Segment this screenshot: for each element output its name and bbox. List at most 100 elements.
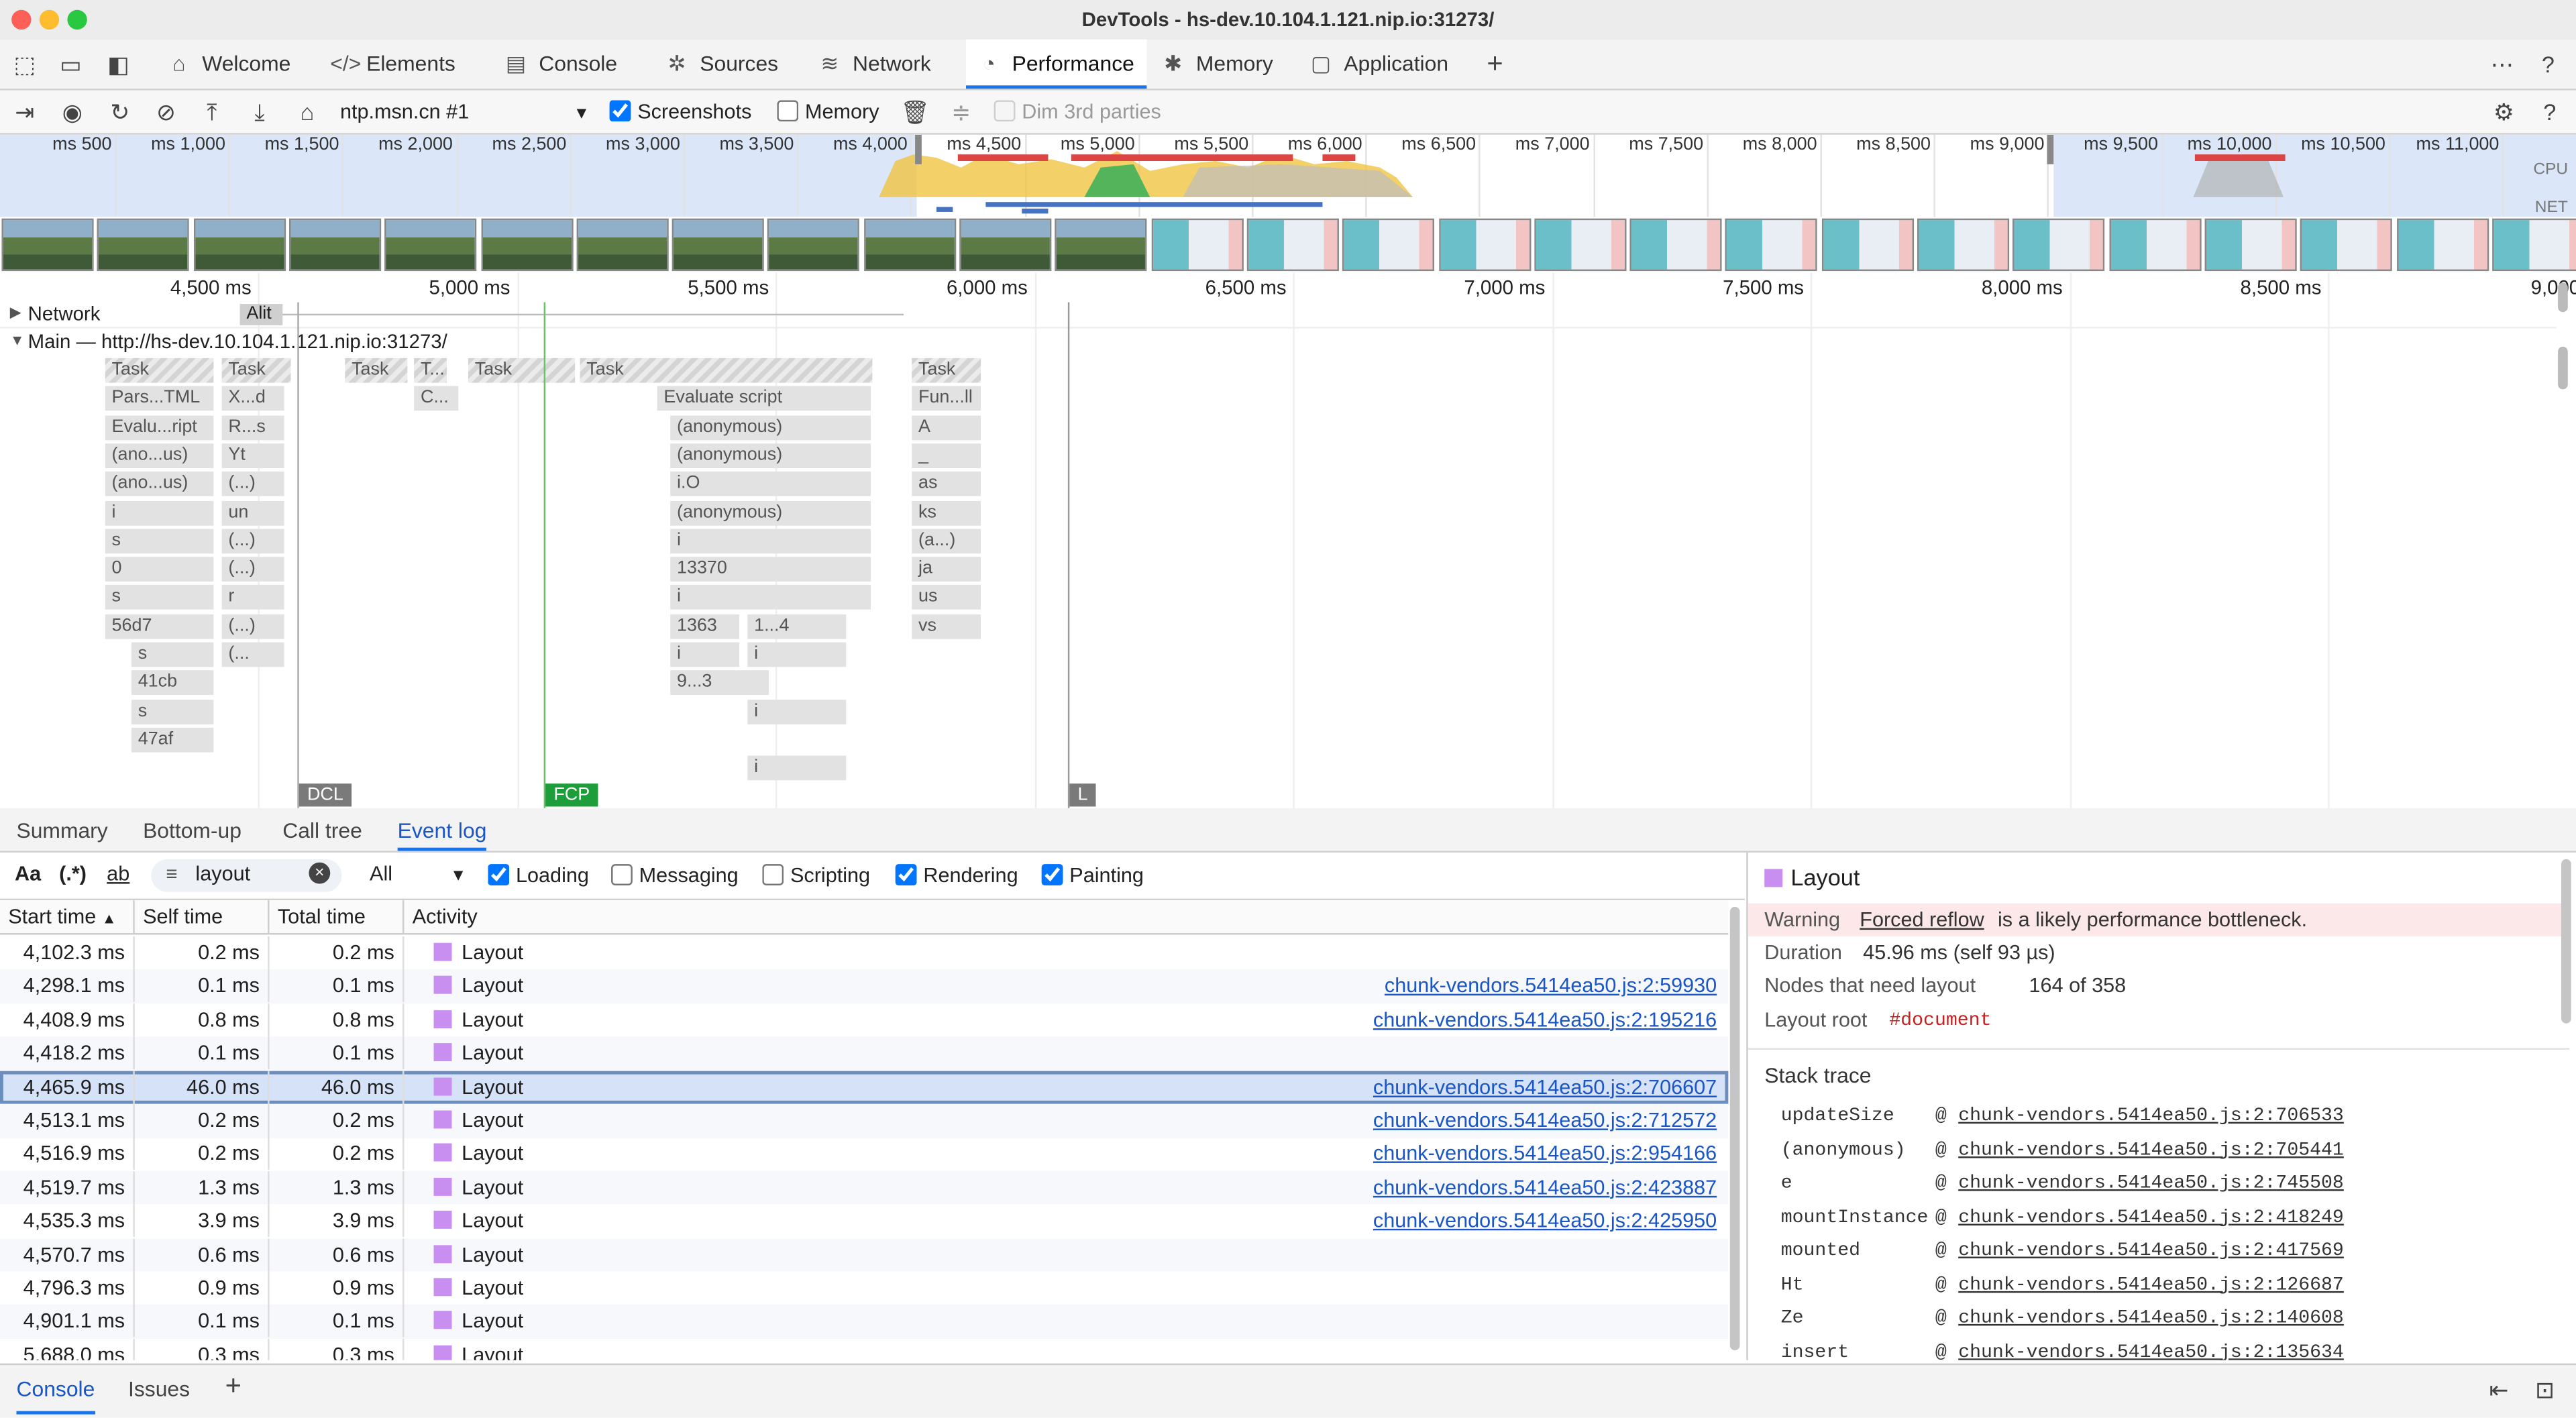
reload-record-icon[interactable]: ↻ (105, 97, 135, 126)
tab-memory[interactable]: ✱ Memory (1160, 40, 1291, 89)
filter-field[interactable]: ≡ layout × (151, 859, 342, 892)
table-row[interactable]: 4,516.9 ms 0.2 ms 0.2 ms Layout chunk-vendor… (0, 1137, 1728, 1171)
upload-icon[interactable]: ⤒ (197, 97, 227, 126)
table-row[interactable]: 4,796.3 ms 0.9 ms 0.9 ms Layout (0, 1271, 1728, 1305)
task-bar[interactable]: Task (580, 358, 873, 383)
flame-entry[interactable]: Fun...ll (912, 386, 981, 411)
help-icon[interactable]: ? (2535, 97, 2565, 126)
dcl-marker[interactable]: DCL (299, 783, 352, 807)
tab-summary[interactable]: Summary (16, 808, 107, 851)
home-icon[interactable]: ⌂ (292, 97, 322, 126)
screenshot-thumbnail[interactable] (384, 218, 477, 272)
flame-entry[interactable]: s (131, 699, 214, 724)
main-track-header[interactable]: ▼ Main — http://hs-dev.10.104.1.121.nip.… (0, 330, 2557, 355)
tab-network[interactable]: ≋ Network (816, 40, 948, 89)
tab-welcome[interactable]: ⌂ Welcome (166, 40, 313, 89)
task-bar[interactable]: Task (468, 358, 576, 383)
messaging-checkbox[interactable]: Messaging (611, 863, 739, 889)
dock-drawer-icon[interactable]: ⇤ (2484, 1375, 2514, 1405)
source-link[interactable]: chunk-vendors.5414ea50.js:2:706607 (985, 1071, 1725, 1103)
more-tabs-icon[interactable]: + (1481, 48, 1510, 78)
screenshots-checkbox[interactable]: Screenshots (609, 99, 751, 125)
stack-source-link[interactable]: chunk-vendors.5414ea50.js:2:745508 (1958, 1173, 2344, 1195)
flame-entry[interactable]: i (670, 529, 871, 553)
tab-sources[interactable]: ✲ Sources (663, 40, 798, 89)
table-row[interactable]: 4,535.3 ms 3.9 ms 3.9 ms Layout chunk-vendor… (0, 1204, 1728, 1238)
task-bar[interactable]: Task (912, 358, 981, 383)
help-icon[interactable]: ? (2533, 49, 2563, 78)
screenshot-thumbnail[interactable] (2396, 218, 2489, 272)
stack-source-link[interactable]: chunk-vendors.5414ea50.js:2:417569 (1958, 1240, 2344, 1262)
flame-entry[interactable]: as (912, 472, 981, 497)
source-link[interactable]: chunk-vendors.5414ea50.js:2:423887 (985, 1171, 1725, 1204)
flame-entry[interactable]: s (105, 529, 214, 553)
stack-source-link[interactable]: chunk-vendors.5414ea50.js:2:706533 (1958, 1105, 2344, 1127)
screenshot-thumbnail[interactable] (288, 218, 381, 272)
screenshot-thumbnail[interactable] (2300, 218, 2393, 272)
tab-console[interactable]: ▤ Console (502, 40, 634, 89)
flame-entry[interactable]: i (670, 642, 740, 667)
stack-source-link[interactable]: chunk-vendors.5414ea50.js:2:126687 (1958, 1274, 2344, 1295)
source-link[interactable]: chunk-vendors.5414ea50.js:2:712572 (985, 1104, 1725, 1137)
target-select[interactable]: ntp.msn.cn #1 (340, 99, 469, 125)
flame-entry[interactable]: ks (912, 500, 981, 525)
flame-entry[interactable]: (... (221, 642, 284, 667)
close-drawer-icon[interactable]: ⊡ (2530, 1375, 2559, 1405)
flame-entry[interactable]: i (105, 500, 214, 525)
table-row[interactable]: 4,408.9 ms 0.8 ms 0.8 ms Layout chunk-vendor… (0, 1003, 1728, 1037)
screenshot-thumbnail[interactable] (767, 218, 860, 272)
flame-entry[interactable]: X...d (221, 386, 284, 411)
scripting-checkbox[interactable]: Scripting (762, 863, 870, 889)
flame-entry[interactable]: Evaluate script (657, 386, 871, 411)
screenshot-thumbnail[interactable] (2108, 218, 2201, 272)
task-bar[interactable]: T... (414, 358, 447, 383)
download-icon[interactable]: ⤓ (245, 97, 274, 126)
screenshot-thumbnail[interactable] (959, 218, 1052, 272)
total-time-header[interactable]: Total time (269, 900, 405, 935)
table-row[interactable]: 4,102.3 ms 0.2 ms 0.2 ms Layout (0, 936, 1728, 970)
collapse-triangle-icon[interactable]: ▼ (10, 332, 25, 348)
flame-entry[interactable]: Yt (221, 443, 284, 468)
activity-header[interactable]: Activity (404, 900, 1729, 935)
flame-entry[interactable]: vs (912, 614, 981, 639)
screenshot-thumbnail[interactable] (2204, 218, 2297, 272)
source-link[interactable]: chunk-vendors.5414ea50.js:2:425950 (985, 1205, 1725, 1238)
source-link[interactable]: chunk-vendors.5414ea50.js:2:59930 (985, 970, 1725, 1003)
screenshot-thumbnail[interactable] (1534, 218, 1627, 272)
screenshot-thumbnail[interactable] (2012, 218, 2105, 272)
screenshot-thumbnail[interactable] (1821, 218, 1914, 272)
screenshot-thumbnail[interactable] (576, 218, 669, 272)
screenshot-thumbnail[interactable] (97, 218, 190, 272)
flame-entry[interactable]: C... (414, 386, 459, 411)
drawer-tab-issues[interactable]: Issues (128, 1365, 190, 1414)
load-marker[interactable]: L (1069, 783, 1096, 807)
screenshot-thumbnail[interactable] (2491, 218, 2576, 272)
flame-entry[interactable]: (anonymous) (670, 415, 871, 440)
flame-entry[interactable]: (a...) (912, 529, 981, 553)
tab-application[interactable]: ▢ Application (1307, 40, 1472, 89)
flame-scrollbar[interactable] (2558, 346, 2568, 390)
table-row[interactable]: 5,688.0 ms 0.3 ms 0.3 ms Layout (0, 1338, 1728, 1360)
screenshot-thumbnail[interactable] (1055, 218, 1148, 272)
stack-source-link[interactable]: chunk-vendors.5414ea50.js:2:135634 (1958, 1342, 2344, 1360)
toggle-sidebar-icon[interactable]: ⇥ (10, 97, 40, 126)
flame-entry[interactable]: (anonymous) (670, 500, 871, 525)
flame-entry[interactable]: (ano...us) (105, 443, 214, 468)
dim-3rd-parties-checkbox[interactable]: Dim 3rd parties (994, 99, 1161, 125)
flame-entry[interactable]: i (747, 755, 847, 781)
rendering-checkbox[interactable]: Rendering (895, 863, 1018, 889)
table-row[interactable]: 4,298.1 ms 0.1 ms 0.1 ms Layout chunk-vendor… (0, 969, 1729, 1004)
table-row[interactable]: 4,901.1 ms 0.1 ms 0.1 ms Layout (0, 1305, 1729, 1339)
record-icon[interactable]: ◉ (58, 97, 87, 126)
more-options-icon[interactable]: ⋯ (2487, 49, 2517, 78)
flame-entry[interactable]: 47af (131, 727, 214, 753)
match-case-button[interactable]: Aa (15, 861, 41, 887)
layout-root-value[interactable]: #document (1889, 1010, 1991, 1032)
regex-button[interactable]: (.*) (59, 861, 87, 887)
stack-source-link[interactable]: chunk-vendors.5414ea50.js:2:705441 (1958, 1139, 2344, 1160)
loading-checkbox[interactable]: Loading (488, 863, 589, 889)
flame-entry[interactable]: 0 (105, 557, 214, 582)
expand-triangle-icon[interactable]: ▶ (10, 304, 21, 322)
flame-entry[interactable]: un (221, 500, 284, 525)
flame-entry[interactable]: 13370 (670, 557, 871, 582)
